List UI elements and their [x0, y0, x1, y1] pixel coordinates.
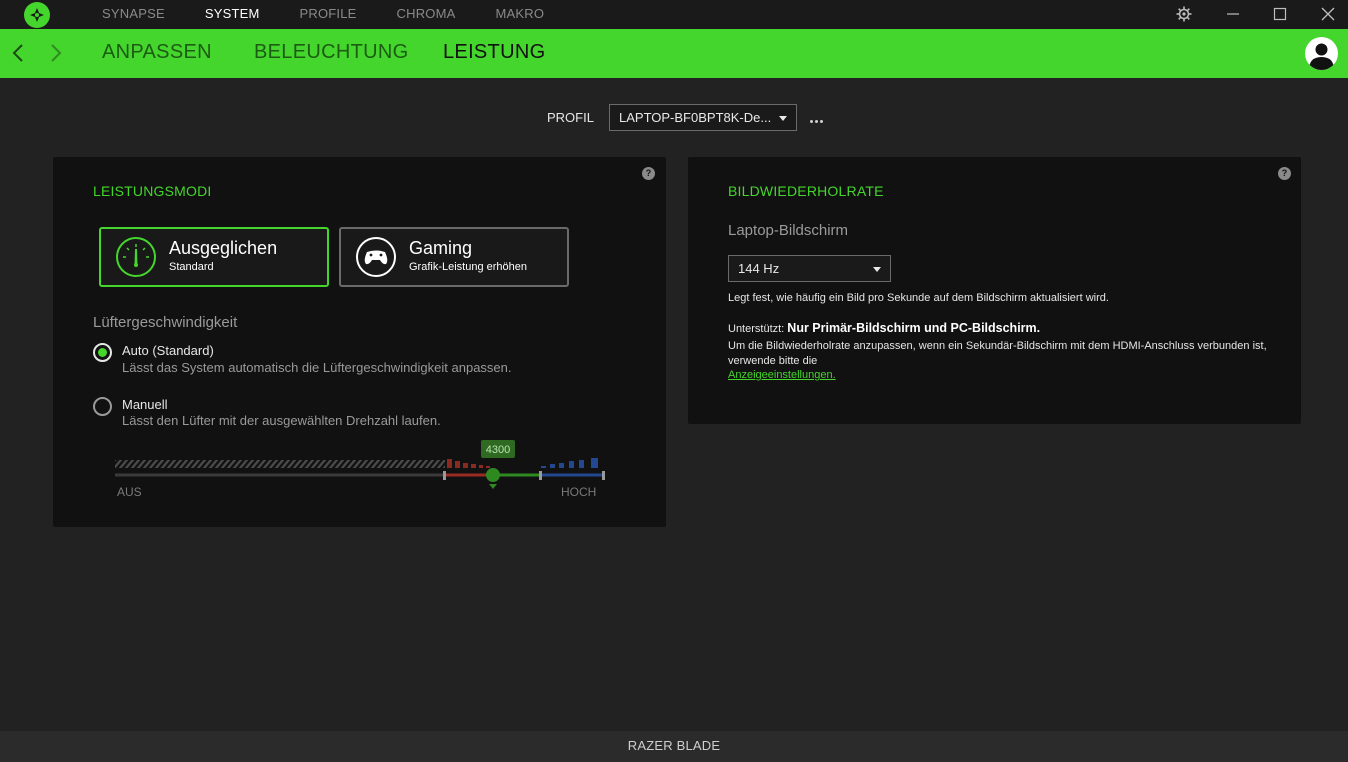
refresh-rate-panel: ? BILDWIEDERHOLRATE Laptop-Bildschirm 14…	[688, 157, 1301, 424]
close-icon[interactable]	[1319, 5, 1337, 23]
fan-speed-label: Lüftergeschwindigkeit	[93, 314, 238, 331]
device-footer: RAZER BLADE	[0, 731, 1348, 762]
mode-balanced-button[interactable]: Ausgeglichen Standard	[99, 227, 329, 287]
refresh-rate-value: 144 Hz	[738, 261, 780, 276]
nav-chroma[interactable]: CHROMA	[397, 0, 456, 29]
chevron-down-icon	[873, 267, 881, 272]
radio-auto[interactable]	[93, 343, 112, 362]
nav-system[interactable]: SYSTEM	[205, 0, 260, 29]
supported-value: Nur Primär-Bildschirm und PC-Bildschirm.	[787, 321, 1041, 335]
mode-gaming-name: Gaming	[409, 238, 473, 258]
speedometer-icon	[116, 237, 156, 277]
option-manual-desc: Lässt den Lüfter mit der ausgewählten Dr…	[122, 413, 441, 428]
nav-synapse[interactable]: SYNAPSE	[102, 0, 165, 29]
help-icon[interactable]: ?	[1278, 167, 1291, 180]
refresh-rate-description: Legt fest, wie häufig ein Bild pro Sekun…	[728, 292, 1109, 304]
fan-min-label: AUS	[117, 485, 142, 499]
mode-gaming-sub: Grafik-Leistung erhöhen	[409, 261, 528, 273]
chevron-down-icon	[779, 116, 787, 121]
refresh-rate-note: Um die Bildwiederholrate anzupassen, wen…	[728, 340, 1267, 367]
forward-arrow-icon[interactable]	[44, 42, 66, 64]
mode-gaming-button[interactable]: Gaming Grafik-Leistung erhöhen	[339, 227, 569, 287]
radio-manual[interactable]	[93, 397, 112, 416]
tab-anpassen[interactable]: ANPASSEN	[102, 41, 212, 64]
fan-speed-slider[interactable]: 4300	[113, 439, 613, 499]
gamepad-icon	[356, 237, 396, 277]
settings-gear-icon[interactable]	[1175, 5, 1193, 23]
option-auto-label: Auto (Standard)	[122, 343, 214, 358]
fan-max-label: HOCH	[561, 485, 597, 499]
laptop-screen-label: Laptop-Bildschirm	[728, 222, 849, 239]
profile-label: PROFIL	[547, 110, 594, 125]
profile-dropdown-value: LAPTOP-BF0BPT8K-De...	[619, 110, 772, 125]
option-auto-desc: Lässt das System automatisch die Lüfterg…	[122, 360, 512, 375]
refresh-rate-dropdown[interactable]: 144 Hz	[728, 255, 891, 282]
supported-prefix: Unterstützt:	[728, 323, 788, 335]
nav-profile[interactable]: PROFILE	[299, 0, 356, 29]
back-arrow-icon[interactable]	[8, 42, 30, 64]
top-navigation: SYNAPSE SYSTEM PROFILE CHROMA MAKRO	[102, 0, 584, 29]
performance-modes-panel: ? LEISTUNGSMODI Ausgeglichen Standard Ga…	[53, 157, 666, 527]
tab-leistung[interactable]: LEISTUNG	[443, 41, 545, 64]
mode-balanced-sub: Standard	[169, 261, 214, 273]
panel-title-performance: LEISTUNGSMODI	[93, 183, 212, 199]
tab-beleuchtung[interactable]: BELEUCHTUNG	[254, 41, 408, 64]
mode-balanced-name: Ausgeglichen	[169, 238, 278, 258]
help-icon[interactable]: ?	[642, 167, 655, 180]
minimize-icon[interactable]	[1224, 5, 1242, 23]
user-avatar-icon[interactable]	[1305, 37, 1338, 70]
sub-navigation-bar: ANPASSEN BELEUCHTUNG LEISTUNG	[0, 29, 1348, 78]
display-settings-link[interactable]: Anzeigeeinstellungen.	[728, 369, 836, 381]
razer-logo-icon	[24, 2, 50, 28]
title-bar: SYNAPSE SYSTEM PROFILE CHROMA MAKRO	[0, 0, 1348, 29]
supported-info: Unterstützt: Nur Primär-Bildschirm und P…	[728, 321, 1040, 335]
option-manual-label: Manuell	[122, 397, 168, 412]
more-options-icon[interactable]	[810, 110, 830, 124]
maximize-icon[interactable]	[1271, 5, 1289, 23]
profile-dropdown[interactable]: LAPTOP-BF0BPT8K-De...	[609, 104, 797, 131]
panel-title-refresh-rate: BILDWIEDERHOLRATE	[728, 183, 884, 199]
fan-slider-value: 4300	[486, 444, 510, 456]
nav-makro[interactable]: MAKRO	[496, 0, 545, 29]
